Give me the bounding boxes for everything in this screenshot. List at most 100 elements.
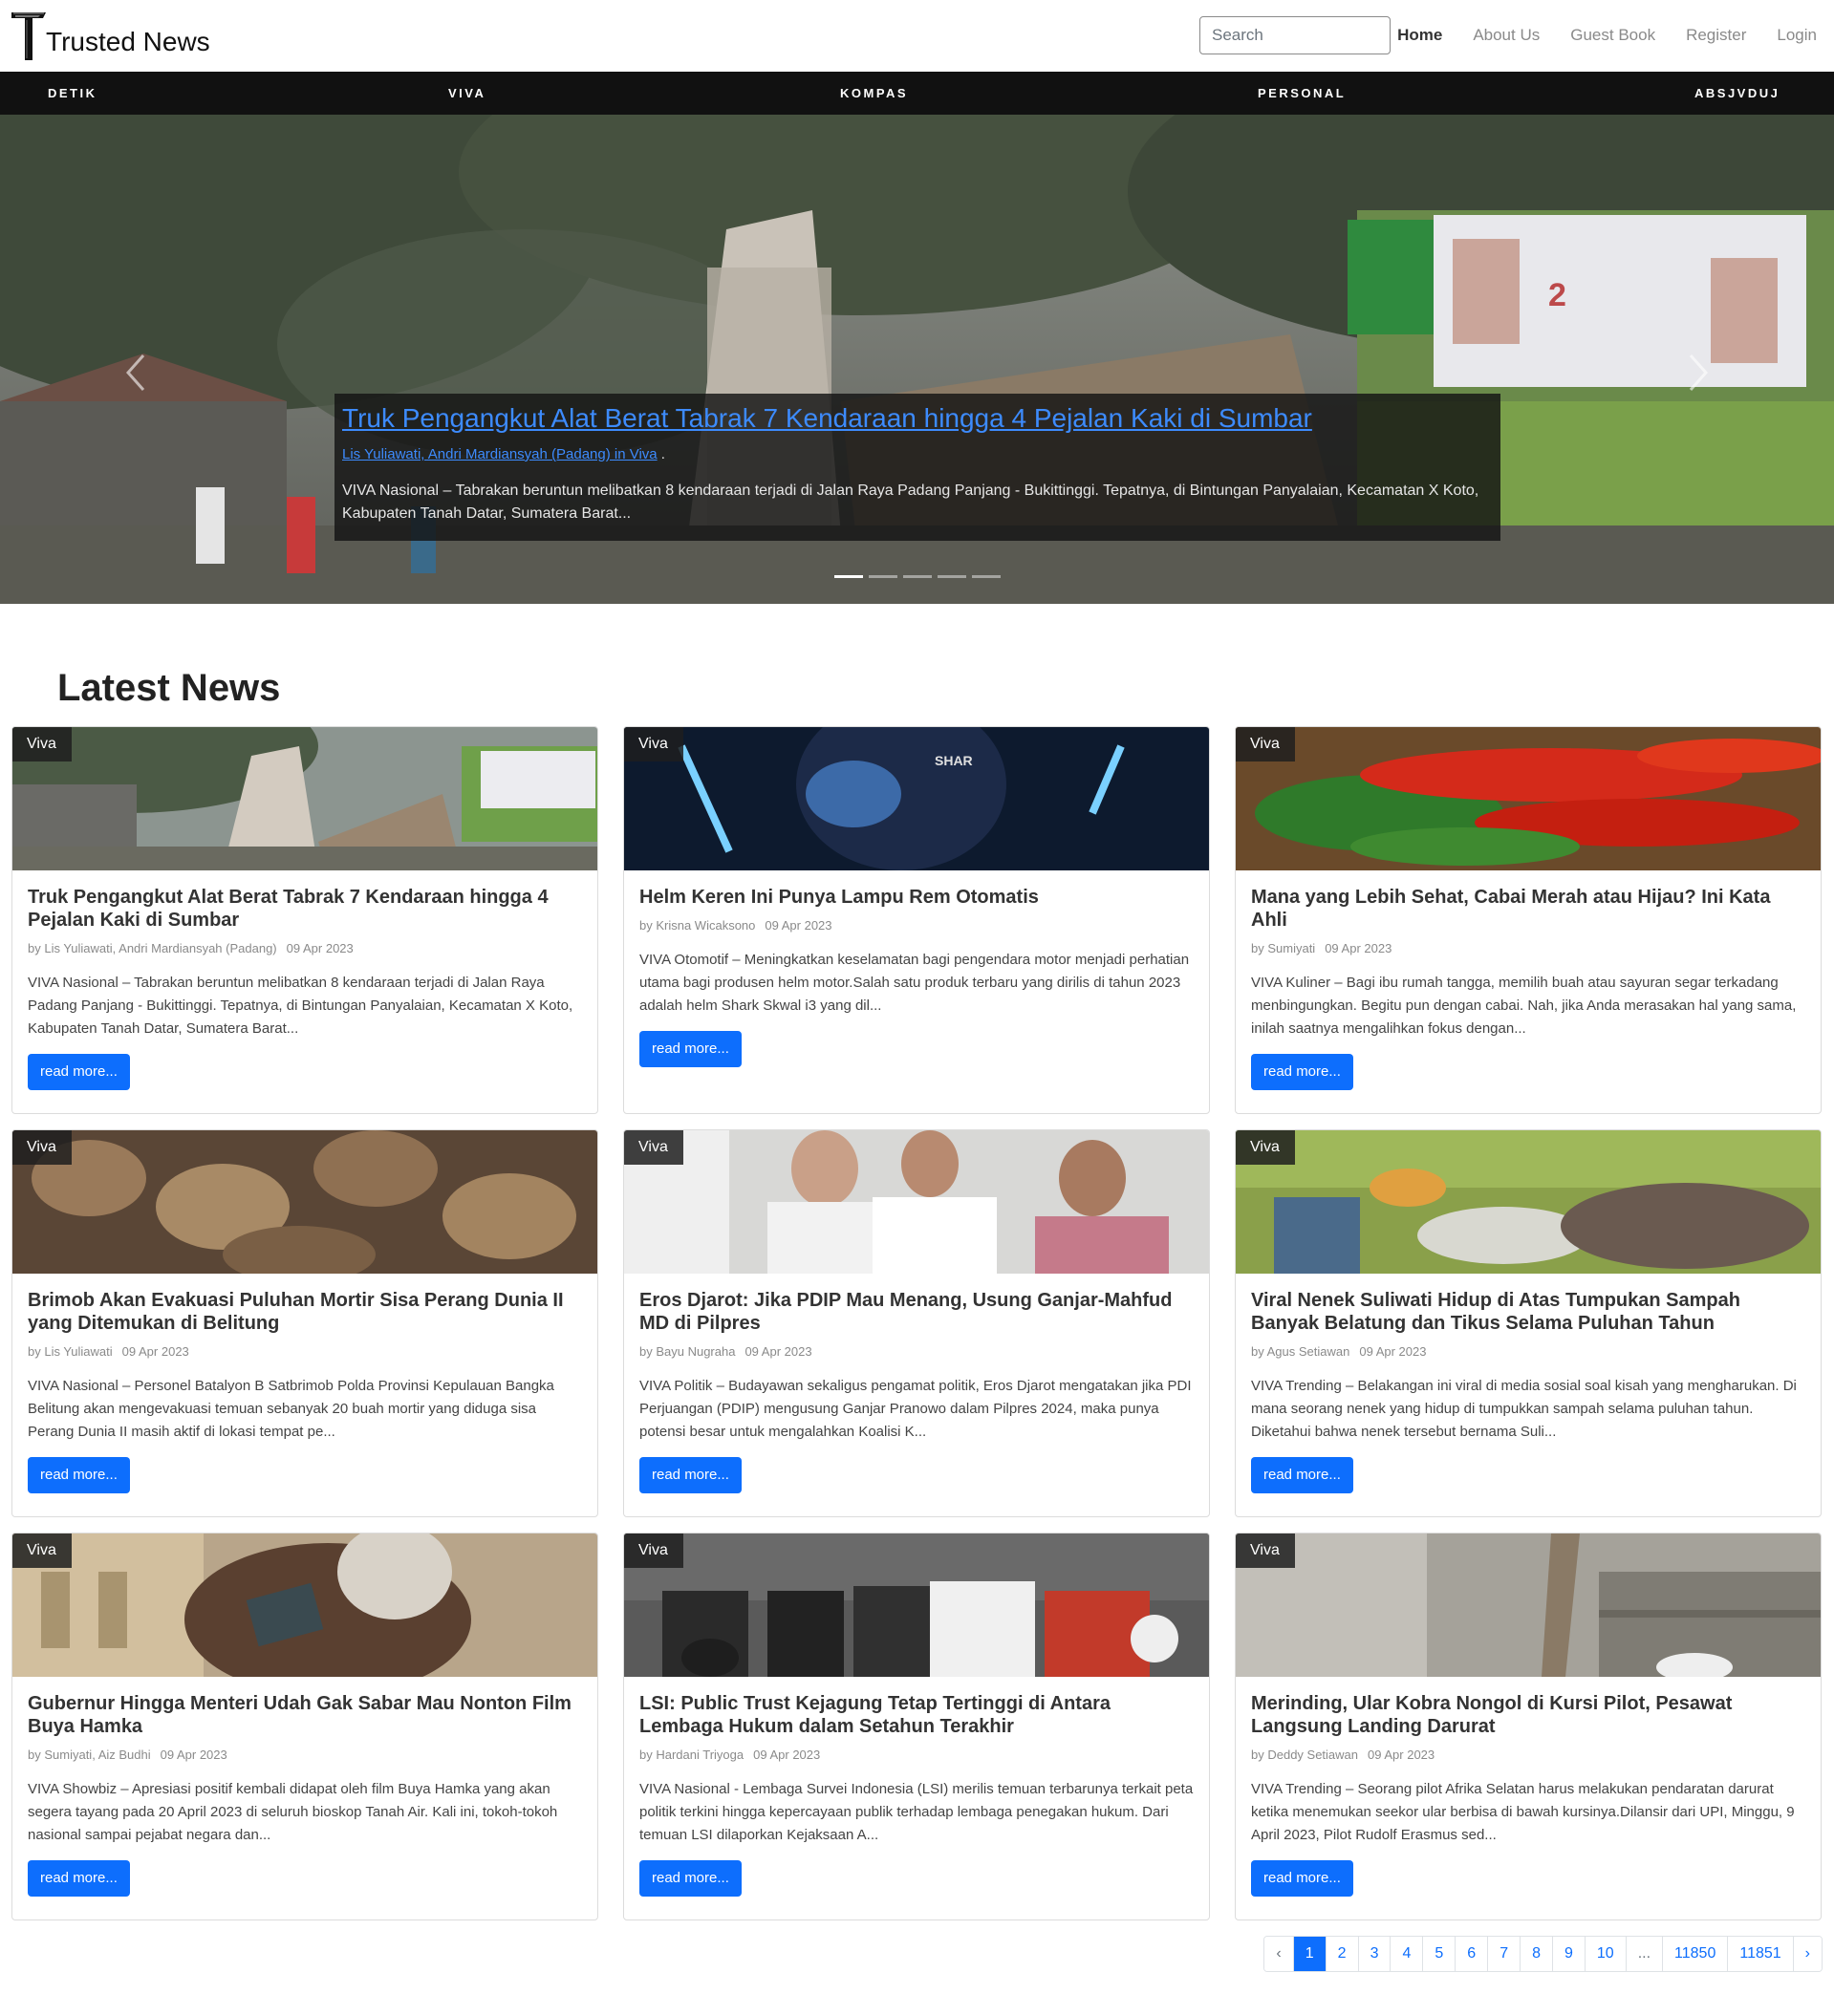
pagination-page-4[interactable]: 4 [1390, 1937, 1423, 1971]
card-author: by Sumiyati, Aiz Budhi [28, 1748, 151, 1762]
category-viva[interactable]: VIVA [448, 72, 485, 115]
search-input[interactable] [1199, 16, 1391, 54]
source-badge: Viva [624, 727, 683, 761]
pagination-page-9[interactable]: 9 [1552, 1937, 1585, 1971]
card-title[interactable]: Merinding, Ular Kobra Nongol di Kursi Pi… [1251, 1692, 1805, 1738]
nav-register[interactable]: Register [1686, 25, 1746, 46]
card-title[interactable]: LSI: Public Trust Kejagung Tetap Terting… [639, 1692, 1194, 1738]
source-badge: Viva [12, 727, 72, 761]
hero-caption: Truk Pengangkut Alat Berat Tabrak 7 Kend… [334, 394, 1500, 541]
hero-author-line: Lis Yuliawati, Andri Mardiansyah (Padang… [342, 445, 1493, 464]
carousel-indicator-3[interactable] [903, 575, 932, 578]
nav-guest-book[interactable]: Guest Book [1570, 25, 1655, 46]
hero-title-link[interactable]: Truk Pengangkut Alat Berat Tabrak 7 Kend… [342, 401, 1493, 436]
read-more-button[interactable]: read more... [639, 1457, 742, 1493]
hero-author-link[interactable]: Lis Yuliawati, Andri Mardiansyah (Padang… [342, 446, 658, 462]
source-badge: Viva [12, 1533, 72, 1568]
site-logo[interactable]: Trusted News [11, 11, 210, 60]
news-card: Viva Mana yang Lebih Sehat, Cabai Merah … [1235, 726, 1822, 1114]
site-name: Trusted News [46, 27, 210, 56]
carousel-indicator-1[interactable] [834, 575, 863, 578]
read-more-button[interactable]: read more... [1251, 1054, 1353, 1090]
card-date: 09 Apr 2023 [1368, 1748, 1435, 1762]
pagination-prev[interactable]: ‹ [1264, 1937, 1293, 1971]
card-excerpt: VIVA Trending – Belakangan ini viral di … [1251, 1378, 1797, 1440]
news-card: Viva Truk Pengangkut Alat Berat Tabrak 7… [11, 726, 598, 1114]
pagination-page-2[interactable]: 2 [1325, 1937, 1358, 1971]
source-badge: Viva [624, 1533, 683, 1568]
nav-home[interactable]: Home [1397, 25, 1442, 46]
read-more-button[interactable]: read more... [1251, 1457, 1353, 1493]
pagination-page-1[interactable]: 1 [1292, 1937, 1326, 1971]
read-more-button[interactable]: read more... [1251, 1860, 1353, 1897]
card-thumbnail[interactable]: Viva [1236, 1533, 1821, 1677]
carousel-indicator-2[interactable] [869, 575, 897, 578]
card-title[interactable]: Gubernur Hingga Menteri Udah Gak Sabar M… [28, 1692, 582, 1738]
card-title[interactable]: Eros Djarot: Jika PDIP Mau Menang, Usung… [639, 1289, 1194, 1335]
card-author: by Lis Yuliawati, Andri Mardiansyah (Pad… [28, 941, 277, 955]
card-thumbnail[interactable]: Viva [12, 1533, 597, 1677]
card-date: 09 Apr 2023 [765, 918, 832, 933]
category-absjvduj[interactable]: ABSJVDUJ [1694, 72, 1780, 115]
card-title[interactable]: Mana yang Lebih Sehat, Cabai Merah atau … [1251, 886, 1805, 932]
card-date: 09 Apr 2023 [753, 1748, 821, 1762]
source-badge: Viva [1236, 1533, 1295, 1568]
category-kompas[interactable]: KOMPAS [840, 72, 908, 115]
nav-login[interactable]: Login [1777, 25, 1817, 46]
card-thumbnail[interactable]: Viva [624, 1130, 1209, 1274]
card-meta: by Lis Yuliawati 09 Apr 2023 [28, 1344, 582, 1360]
card-title[interactable]: Brimob Akan Evakuasi Puluhan Mortir Sisa… [28, 1289, 582, 1335]
pagination-page-11850[interactable]: 11850 [1662, 1937, 1728, 1971]
pagination-page-11851[interactable]: 11851 [1727, 1937, 1793, 1971]
news-card: Viva LSI: Public Trust Kejagung Tetap Te… [623, 1533, 1210, 1920]
read-more-button[interactable]: read more... [28, 1860, 130, 1897]
read-more-button[interactable]: read more... [28, 1054, 130, 1090]
site-header: Trusted News Home About Us Guest Book Re… [0, 0, 1834, 72]
card-excerpt: VIVA Nasional – Tabrakan beruntun meliba… [28, 975, 573, 1037]
category-detik[interactable]: DETIK [48, 72, 97, 115]
source-badge: Viva [1236, 727, 1295, 761]
card-excerpt: VIVA Nasional – Personel Batalyon B Satb… [28, 1378, 554, 1440]
card-thumbnail[interactable]: SHAR Viva [624, 727, 1209, 870]
category-personal[interactable]: PERSONAL [1258, 72, 1346, 115]
card-meta: by Sumiyati 09 Apr 2023 [1251, 941, 1805, 956]
pagination-page-7[interactable]: 7 [1487, 1937, 1521, 1971]
card-thumbnail[interactable]: Viva [624, 1533, 1209, 1677]
card-title[interactable]: Truk Pengangkut Alat Berat Tabrak 7 Kend… [28, 886, 582, 932]
hero-excerpt: VIVA Nasional – Tabrakan beruntun meliba… [342, 483, 1479, 522]
carousel-prev-button[interactable] [117, 344, 155, 401]
svg-text:2: 2 [1548, 277, 1566, 313]
source-badge: Viva [624, 1130, 683, 1165]
hero-author-suffix: . [657, 446, 665, 462]
pagination-next[interactable]: › [1792, 1937, 1822, 1971]
nav-about-us[interactable]: About Us [1473, 25, 1540, 46]
card-thumbnail[interactable]: Viva [1236, 1130, 1821, 1274]
card-title[interactable]: Helm Keren Ini Punya Lampu Rem Otomatis [639, 886, 1194, 909]
pagination-page-8[interactable]: 8 [1520, 1937, 1552, 1971]
pagination-page-5[interactable]: 5 [1422, 1937, 1456, 1971]
card-meta: by Lis Yuliawati, Andri Mardiansyah (Pad… [28, 941, 582, 956]
news-card: SHAR Viva Helm Keren Ini Punya Lampu Rem… [623, 726, 1210, 1114]
card-date: 09 Apr 2023 [160, 1748, 227, 1762]
card-author: by Krisna Wicaksono [639, 918, 756, 933]
pagination-page-10[interactable]: 10 [1584, 1937, 1626, 1971]
carousel-indicator-4[interactable] [938, 575, 966, 578]
card-meta: by Bayu Nugraha 09 Apr 2023 [639, 1344, 1194, 1360]
read-more-button[interactable]: read more... [639, 1860, 742, 1897]
card-thumbnail[interactable]: Viva [12, 727, 597, 870]
news-card: Viva Brimob Akan Evakuasi Puluhan Mortir… [11, 1129, 598, 1517]
logo-mark-icon [11, 12, 46, 60]
pagination-page-3[interactable]: 3 [1357, 1937, 1391, 1971]
card-thumbnail[interactable]: Viva [12, 1130, 597, 1274]
card-thumbnail[interactable]: Viva [1236, 727, 1821, 870]
carousel-next-button[interactable] [1679, 344, 1717, 401]
card-excerpt: VIVA Nasional - Lembaga Survei Indonesia… [639, 1781, 1194, 1843]
pagination-ellipsis: ... [1625, 1937, 1663, 1971]
card-title[interactable]: Viral Nenek Suliwati Hidup di Atas Tumpu… [1251, 1289, 1805, 1335]
news-card: Viva Viral Nenek Suliwati Hidup di Atas … [1235, 1129, 1822, 1517]
read-more-button[interactable]: read more... [28, 1457, 130, 1493]
carousel-indicator-5[interactable] [972, 575, 1001, 578]
pagination-page-6[interactable]: 6 [1455, 1937, 1488, 1971]
svg-text:SHAR: SHAR [935, 753, 973, 768]
read-more-button[interactable]: read more... [639, 1031, 742, 1067]
